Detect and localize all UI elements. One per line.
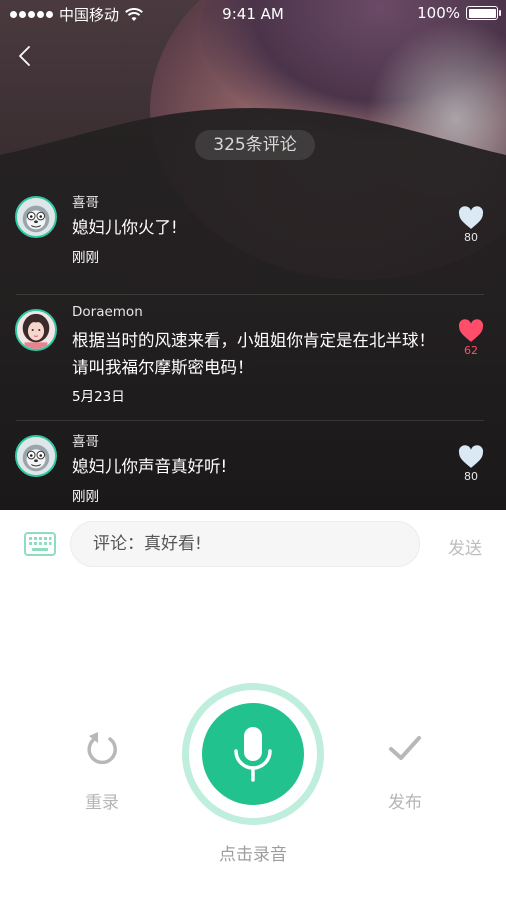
like-count: 80 [464,470,478,483]
portrait-avatar-icon [17,311,55,349]
record-button-core[interactable] [202,703,304,805]
redo-icon [87,732,117,765]
checkmark-icon [389,736,421,760]
heart-icon [458,206,484,229]
like-count: 62 [464,344,478,357]
status-right: 100% [417,4,501,22]
comment-text: 媳妇儿你声音真好听! [72,457,228,476]
heart-icon [458,319,484,342]
comment-input-bar: 评论：真好看! 发送 [0,510,506,578]
comment-text: 根据当时的风速来看，小姐姐你肯定是在北半球！请叫我福尔摩斯密电码！ [72,331,435,377]
comment-text: 媳妇儿你火了! [72,218,178,237]
comment-time: 刚刚 [72,250,99,266]
like-button[interactable]: 80 [458,445,484,483]
avatar[interactable] [15,196,57,238]
send-button[interactable]: 发送 [448,534,482,559]
chevron-left-icon[interactable] [14,44,38,68]
comment-time: 刚刚 [72,489,99,505]
comment-item: 喜哥 媳妇儿你火了! 刚刚 80 [0,182,506,295]
like-button[interactable]: 62 [458,319,484,357]
comment-time: 5月23日 [72,389,125,405]
like-count: 80 [464,231,478,244]
comment-count-badge: 325条评论 [195,130,315,160]
comment-author: 喜哥 [72,434,99,450]
voice-record-panel: 重录 发布 点击录音 [0,578,506,900]
comment-input[interactable]: 评论：真好看! [70,521,420,567]
battery-icon [466,6,501,20]
comment-author: 喜哥 [72,195,99,211]
comment-list: 喜哥 媳妇儿你火了! 刚刚 80 Doraemon 根据当时的风速来看，小姐姐你… [0,182,506,510]
media-comments-panel: 中国移动 9:41 AM 100% 325条评论 喜哥 媳妇儿你火了! 刚刚 8… [0,0,506,510]
publish-label: 发布 [388,793,422,813]
redo-button[interactable]: 重录 [72,728,132,813]
comment-item: 喜哥 媳妇儿你声音真好听! 刚刚 80 [0,421,506,510]
record-label: 点击录音 [219,845,287,865]
status-bar: 中国移动 9:41 AM 100% [0,0,506,30]
comment-author: Doraemon [72,304,143,320]
avatar[interactable] [15,309,57,351]
redo-label: 重录 [85,793,119,813]
publish-button[interactable]: 发布 [375,728,435,813]
keyboard-icon[interactable] [24,532,56,556]
record-button[interactable] [182,683,324,825]
like-button[interactable]: 80 [458,206,484,244]
microphone-icon [234,727,272,782]
comment-item: Doraemon 根据当时的风速来看，小姐姐你肯定是在北半球！请叫我福尔摩斯密电… [0,295,506,421]
avatar[interactable] [15,435,57,477]
cartoon-avatar-icon [17,437,55,475]
cartoon-avatar-icon [17,198,55,236]
battery-percent: 100% [417,4,460,22]
heart-icon [458,445,484,468]
